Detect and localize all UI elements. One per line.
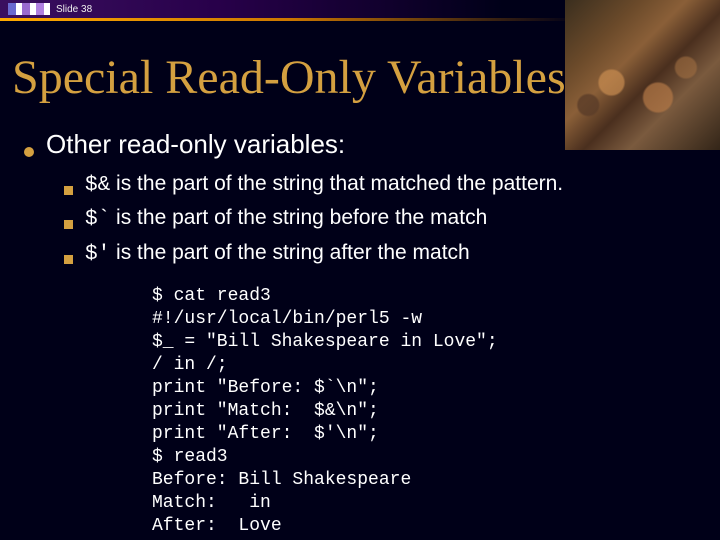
bullet-square-icon [64,220,73,229]
bullet-level1-text: Other read-only variables: [46,129,345,160]
bullet-square-icon [64,255,73,264]
slide-content: Other read-only variables: $& is the par… [24,129,704,538]
bullet-level2-text: $' is the part of the string after the m… [85,239,470,269]
bullet-level2: $& is the part of the string that matche… [64,170,704,200]
bullet-dot-icon [24,147,34,157]
decorative-painting [565,0,720,150]
slide-number: Slide 38 [56,4,92,15]
bullet-level2: $` is the part of the string before the … [64,204,704,234]
code-block: $ cat read3 #!/usr/local/bin/perl5 -w $_… [152,285,704,538]
code-var: $& [85,174,110,197]
bullet-level2: $' is the part of the string after the m… [64,239,704,269]
bullet-square-icon [64,186,73,195]
code-var: $` [85,208,110,231]
code-var: $' [85,243,110,266]
bullet-level2-text: $& is the part of the string that matche… [85,170,563,200]
header-logo [8,3,50,15]
bullet-level2-text: $` is the part of the string before the … [85,204,487,234]
